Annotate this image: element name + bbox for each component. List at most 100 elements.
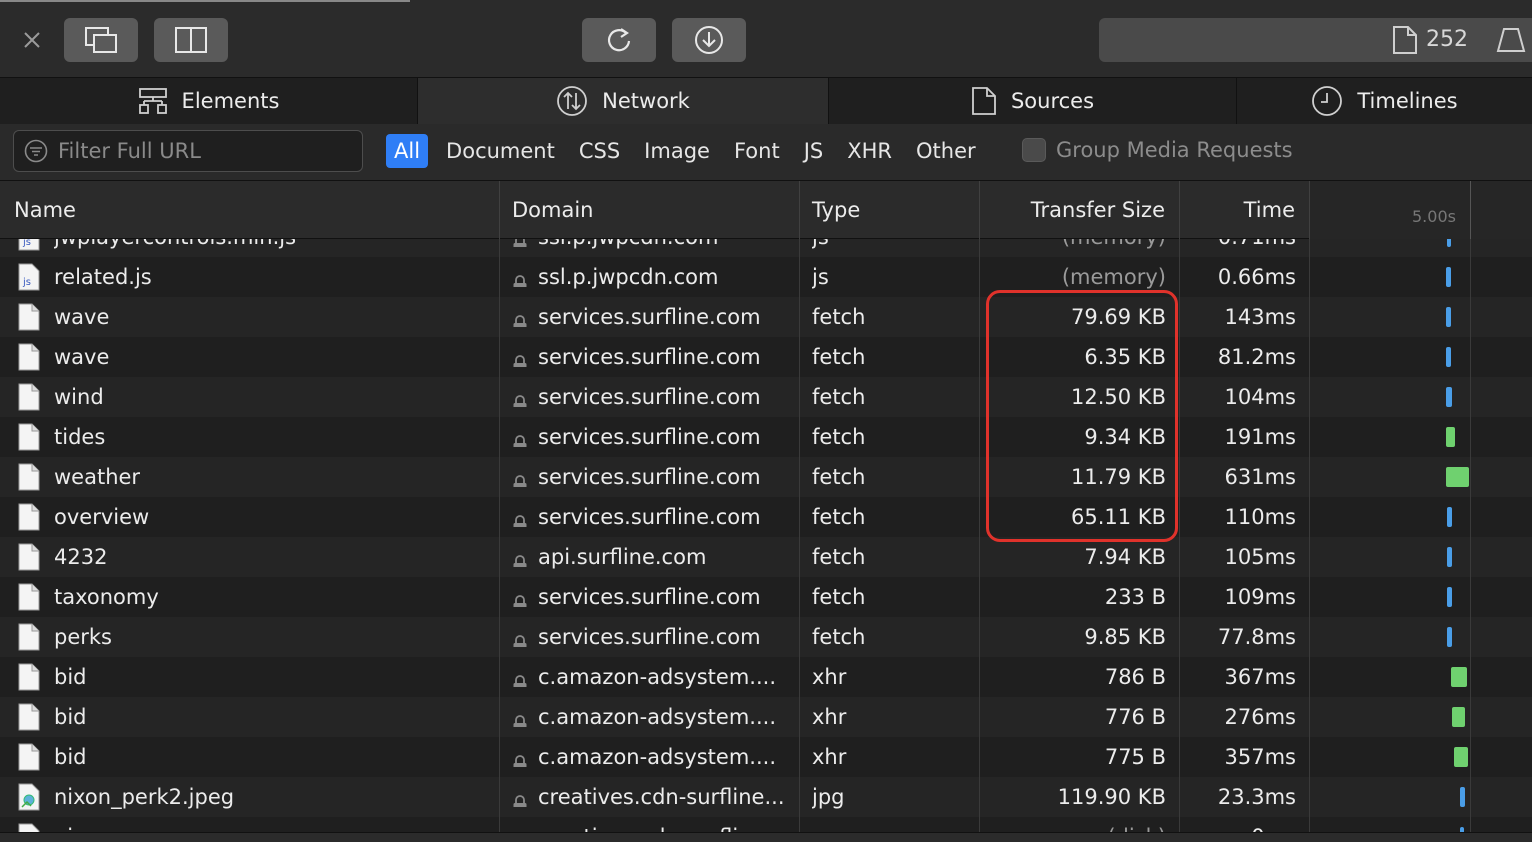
transfer-size: 775 B	[1104, 745, 1166, 769]
filter-url-input[interactable]: Filter Full URL	[13, 130, 363, 172]
table-row[interactable]: 4232 api.surfline.com fetch 7.94 KB 105ms	[0, 537, 1532, 577]
request-type: js	[812, 265, 829, 289]
table-row[interactable]: taxonomy services.surfline.com fetch 233 B 1…	[0, 577, 1532, 617]
file-file-icon	[18, 343, 40, 371]
request-time: 631ms	[1224, 465, 1296, 489]
request-type: fetch	[812, 345, 866, 369]
request-time: 81.2ms	[1217, 345, 1296, 369]
column-divider	[1309, 239, 1310, 842]
filter-url-placeholder: Filter Full URL	[58, 139, 201, 163]
close-icon[interactable]	[20, 28, 44, 52]
filter-all[interactable]: All	[386, 134, 429, 168]
request-name: wave	[54, 345, 110, 369]
filter-font[interactable]: Font	[722, 134, 792, 168]
lock-icon	[512, 467, 528, 487]
dock-side-button[interactable]	[154, 18, 228, 62]
request-type: fetch	[812, 505, 866, 529]
table-row[interactable]: tides services.surfline.com fetch 9.34 KB 19…	[0, 417, 1532, 457]
network-icon	[557, 86, 588, 116]
request-type: fetch	[812, 425, 866, 449]
weight-icon	[1496, 28, 1526, 52]
filter-document[interactable]: Document	[434, 134, 567, 168]
filter-css[interactable]: CSS	[567, 134, 632, 168]
waterfall-bar	[1447, 507, 1452, 527]
lock-icon	[512, 347, 528, 367]
lock-icon	[512, 707, 528, 727]
table-row[interactable]: bid c.amazon-adsystem.... xhr 775 B 357ms	[0, 737, 1532, 777]
waterfall-bar	[1446, 307, 1451, 327]
waterfall-bar	[1447, 547, 1452, 567]
column-divider	[979, 239, 980, 842]
column-name[interactable]: Name	[0, 181, 500, 239]
request-domain: c.amazon-adsystem....	[538, 705, 776, 729]
request-name: bid	[54, 705, 87, 729]
bottom-bar	[0, 832, 1532, 842]
table-row[interactable]: overview services.surfline.com fetch 65.11 …	[0, 497, 1532, 537]
file-file-icon	[18, 423, 40, 451]
download-button[interactable]	[672, 18, 746, 62]
tab-sources-label: Sources	[1010, 89, 1095, 113]
transfer-size: 119.90 KB	[1057, 785, 1166, 809]
table-row[interactable]: wave services.surfline.com fetch 6.35 KB 81.…	[0, 337, 1532, 377]
table-row[interactable]: bid c.amazon-adsystem.... xhr 776 B 276ms	[0, 697, 1532, 737]
tab-elements[interactable]: Elements	[0, 78, 418, 124]
column-type[interactable]: Type	[800, 181, 980, 239]
request-type: fetch	[812, 305, 866, 329]
image-file-icon	[18, 783, 40, 811]
request-domain: c.amazon-adsystem....	[538, 665, 776, 689]
table-row[interactable]: wave services.surfline.com fetch 79.69 KB 14…	[0, 297, 1532, 337]
request-domain: services.surfline.com	[538, 505, 761, 529]
transfer-size: 776 B	[1104, 705, 1166, 729]
reload-button[interactable]	[582, 18, 656, 62]
transfer-size: 7.94 KB	[1084, 545, 1166, 569]
request-time: 105ms	[1224, 545, 1296, 569]
waterfall-bar	[1446, 267, 1451, 287]
request-type: xhr	[812, 705, 847, 729]
tab-network[interactable]: Network	[418, 78, 829, 124]
network-table: Name Domain Type Transfer Size Time 5.00…	[0, 181, 1532, 842]
request-time: 77.8ms	[1217, 625, 1296, 649]
column-domain[interactable]: Domain	[500, 181, 800, 239]
tab-timelines[interactable]: Timelines	[1237, 78, 1532, 124]
filter-xhr[interactable]: XHR	[835, 134, 904, 168]
table-row[interactable]: nixon_perk2.jpeg creatives.cdn-surfline..…	[0, 777, 1532, 817]
filter-bar: Filter Full URL All Document CSS Image F…	[0, 124, 1532, 181]
table-row[interactable]: wind services.surfline.com fetch 12.50 KB 10…	[0, 377, 1532, 417]
filter-image[interactable]: Image	[632, 134, 722, 168]
waterfall-bar	[1447, 587, 1452, 607]
request-name: perks	[54, 625, 112, 649]
lock-icon	[512, 307, 528, 327]
waterfall-bar	[1454, 747, 1468, 767]
tab-sources[interactable]: Sources	[829, 78, 1237, 124]
table-row[interactable]: js related.js ssl.p.jwpcdn.com js (memory) 0.…	[0, 257, 1532, 297]
file-file-icon	[18, 503, 40, 531]
column-time[interactable]: Time	[1180, 181, 1310, 239]
group-media-toggle[interactable]: Group Media Requests	[1022, 138, 1293, 162]
request-type: jpg	[812, 785, 845, 809]
js-file-icon: js	[18, 263, 40, 291]
table-header: Name Domain Type Transfer Size Time 5.00…	[0, 181, 1532, 239]
request-name: related.js	[54, 265, 152, 289]
detach-window-button[interactable]	[64, 18, 138, 62]
column-transfer-size[interactable]: Transfer Size	[980, 181, 1180, 239]
table-row[interactable]: bid c.amazon-adsystem.... xhr 786 B 367ms	[0, 657, 1532, 697]
filter-js[interactable]: JS	[792, 134, 836, 168]
table-row[interactable]: weather services.surfline.com fetch 11.79 K…	[0, 457, 1532, 497]
file-file-icon	[18, 383, 40, 411]
table-row[interactable]: perks services.surfline.com fetch 9.85 KB 77…	[0, 617, 1532, 657]
annotation-highlight-box	[986, 290, 1178, 542]
group-media-label: Group Media Requests	[1056, 138, 1293, 162]
tab-timelines-label: Timelines	[1357, 89, 1458, 113]
group-media-checkbox[interactable]	[1022, 138, 1046, 162]
lock-icon	[512, 507, 528, 527]
column-divider	[1179, 239, 1180, 842]
waterfall-tick	[1470, 181, 1471, 239]
filter-other[interactable]: Other	[904, 134, 988, 168]
lock-icon	[512, 547, 528, 567]
toolbar: 252	[0, 0, 1532, 78]
waterfall-bar	[1451, 667, 1467, 687]
file-file-icon	[18, 463, 40, 491]
request-time: 109ms	[1224, 585, 1296, 609]
request-time: 276ms	[1224, 705, 1296, 729]
lock-icon	[512, 427, 528, 447]
